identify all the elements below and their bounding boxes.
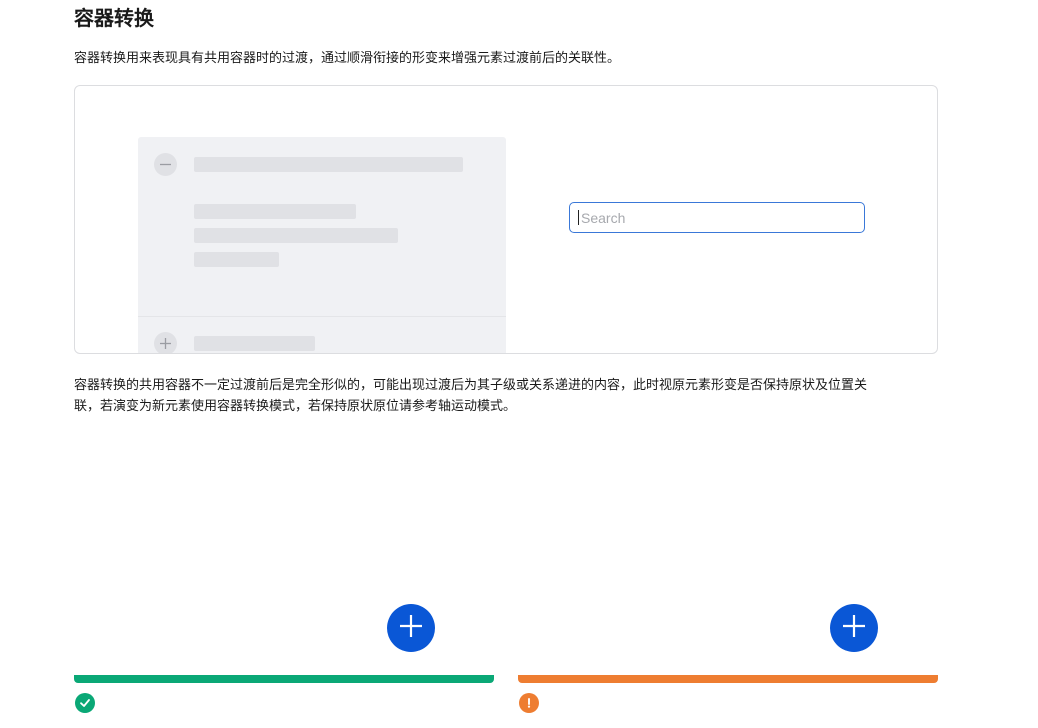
- description-line: 联，若演变为新元素使用容器转换模式，若保持原状原位请参考轴运动模式。: [74, 398, 517, 413]
- skeleton-line: [194, 252, 279, 267]
- minus-icon[interactable]: [154, 153, 177, 176]
- add-fab-button[interactable]: [387, 604, 435, 652]
- check-circle-icon: [75, 693, 95, 713]
- plus-icon[interactable]: [154, 332, 177, 353]
- exclamation-circle-icon: [519, 693, 539, 713]
- add-fab-button[interactable]: [830, 604, 878, 652]
- section-title: 容器转换: [74, 8, 154, 30]
- skeleton-card[interactable]: [138, 137, 506, 353]
- description-line: 容器转换的共用容器不一定过渡前后是完全形似的，可能出现过渡后为其子级或关系递进的…: [74, 377, 868, 392]
- card-divider: [138, 316, 506, 317]
- warning-bar: [518, 675, 938, 683]
- text-caret: [578, 210, 579, 225]
- section-intro: 容器转换用来表现具有共用容器时的过渡，通过顺滑衔接的形变来增强元素过渡前后的关联…: [74, 50, 621, 65]
- skeleton-line: [194, 336, 315, 351]
- demo-container: [74, 85, 938, 354]
- plus-icon: [843, 614, 865, 642]
- plus-icon: [400, 614, 422, 642]
- section-description: 容器转换的共用容器不一定过渡前后是完全形似的，可能出现过渡后为其子级或关系递进的…: [74, 374, 944, 416]
- skeleton-line: [194, 228, 398, 243]
- skeleton-title-line: [194, 157, 463, 172]
- search-input[interactable]: [581, 209, 841, 226]
- page: 容器转换 容器转换用来表现具有共用容器时的过渡，通过顺滑衔接的形变来增强元素过渡…: [0, 0, 1038, 728]
- skeleton-line: [194, 204, 356, 219]
- success-bar: [74, 675, 494, 683]
- search-field[interactable]: [569, 202, 865, 233]
